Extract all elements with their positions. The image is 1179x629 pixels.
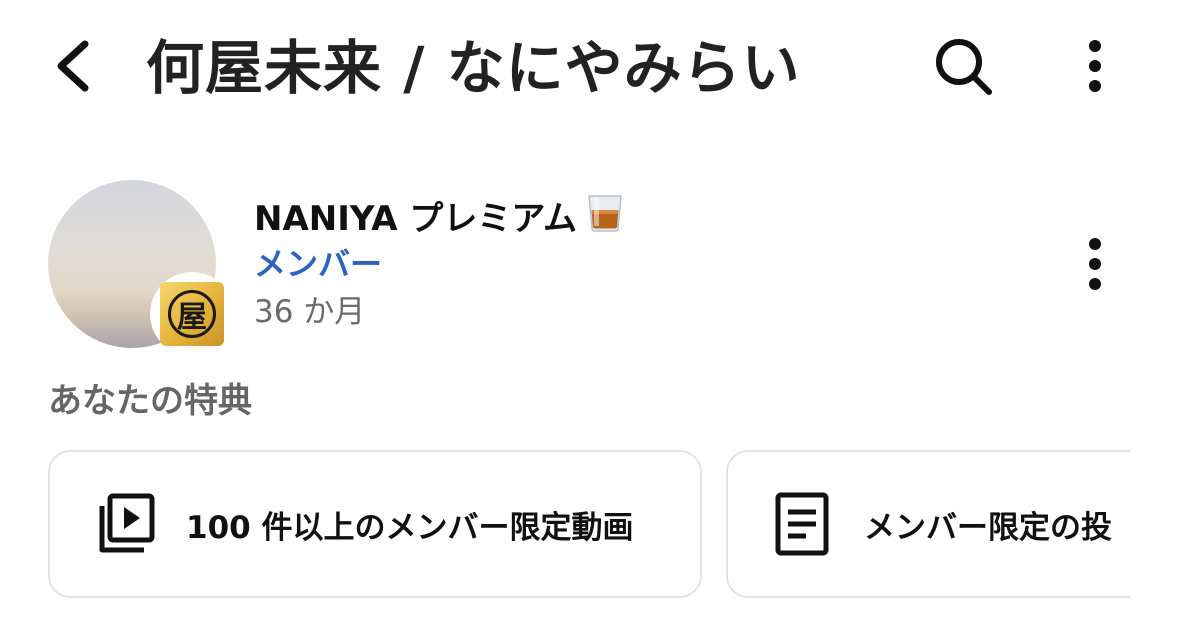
perk-card-posts[interactable]: メンバー限定の投 [726,450,1130,598]
back-arrow-icon [53,38,93,98]
more-vert-icon [1085,236,1105,296]
whisky-glass-icon [583,190,627,248]
perks-carousel[interactable]: 100 件以上のメンバー限定動画 メンバー限定の投 [48,450,1130,600]
member-badge: 屋 [150,272,234,356]
video-library-icon [92,492,156,556]
search-button[interactable] [922,30,1004,106]
membership-duration: 36 か月 [254,294,366,330]
back-button[interactable] [38,30,108,106]
membership-status: メンバー [254,245,383,283]
channel-title: 何屋未来 / なにやみらい [146,34,801,102]
membership-page: 何屋未来 / なにやみらい 屋 NANIYA プレミアム メンバー 36 か月 … [0,0,1179,629]
app-header: 何屋未来 / なにやみらい [0,0,1179,140]
membership-tier-name: NANIYA プレミアム [254,199,578,239]
perks-heading: あなたの特典 [48,381,252,421]
perk-card-videos[interactable]: 100 件以上のメンバー限定動画 [48,450,702,598]
perk-label: 100 件以上のメンバー限定動画 [186,509,634,546]
badge-character: 屋 [168,290,216,338]
document-post-icon [770,492,834,556]
more-vert-icon [1085,38,1105,98]
membership-more-button[interactable] [1060,228,1130,304]
member-badge-image: 屋 [160,282,224,346]
more-options-button[interactable] [1060,30,1130,106]
perk-label: メンバー限定の投 [864,509,1112,546]
search-icon [931,34,995,102]
